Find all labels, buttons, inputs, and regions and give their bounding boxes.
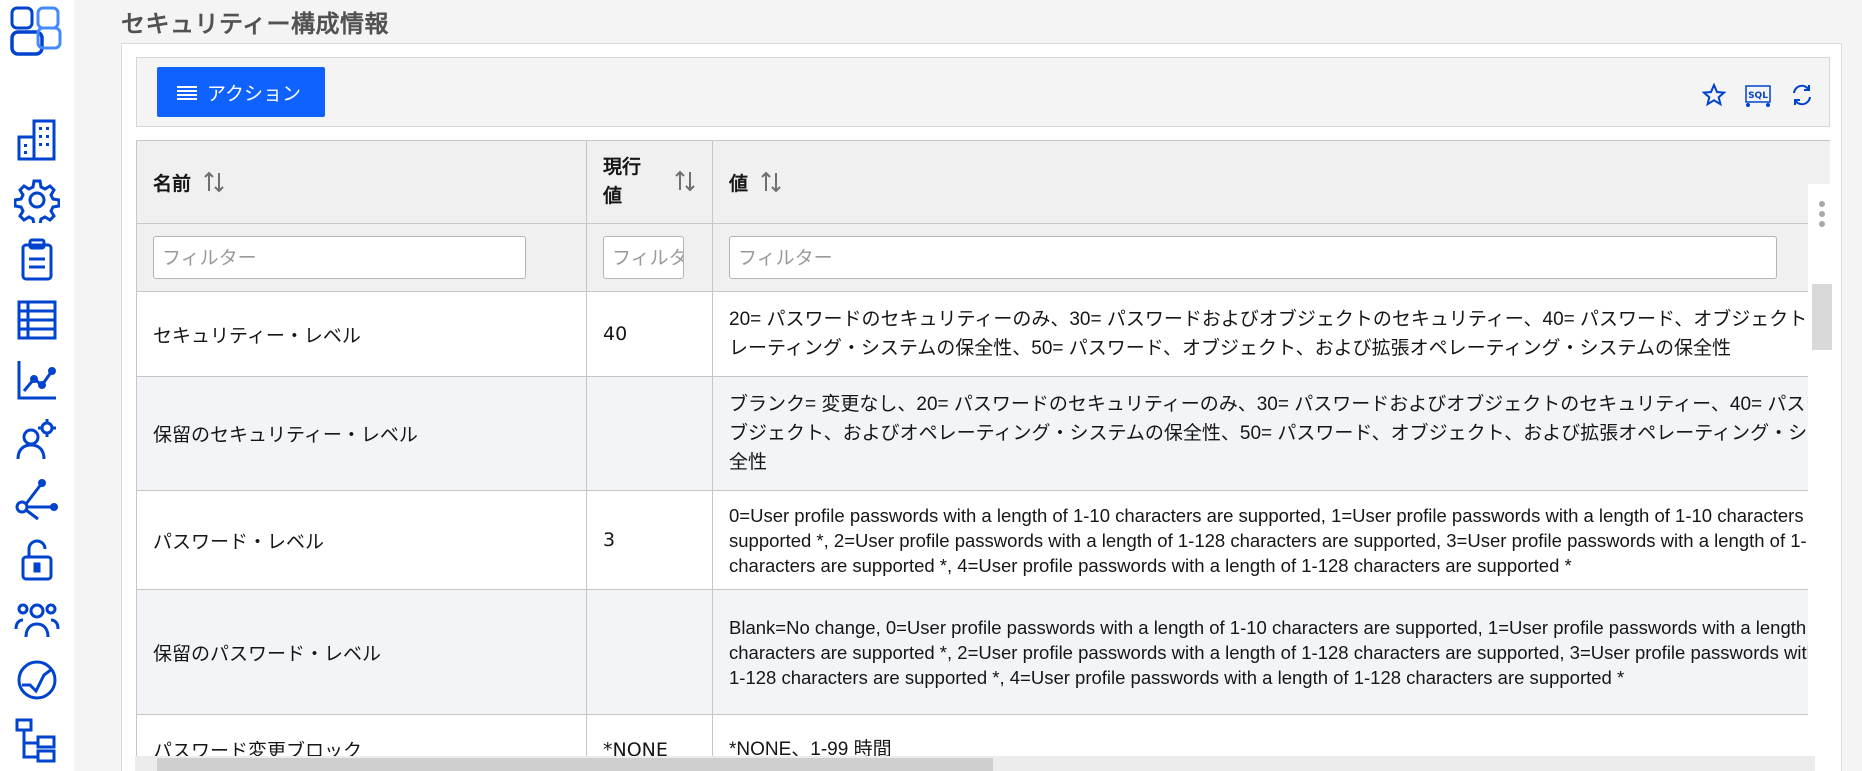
table-row[interactable]: 保留のパスワード・レベル Blank=No change, 0=User pro… <box>137 590 1830 715</box>
column-header-name[interactable]: 名前 <box>137 141 587 224</box>
table-row[interactable]: セキュリティー・レベル 40 20= パスワードのセキュリティーのみ、30= パ… <box>137 292 1830 377</box>
star-icon[interactable] <box>1699 80 1729 110</box>
row-current-cell: 3 <box>587 491 713 590</box>
sql-icon[interactable]: SQL <box>1743 80 1773 110</box>
row-value-text: 0=User profile passwords with a length o… <box>729 504 1830 576</box>
users-icon[interactable] <box>12 595 62 645</box>
network-icon[interactable] <box>12 475 62 525</box>
column-header-current-line2: 値 <box>603 185 623 207</box>
row-value-cell: ブランク= 変更なし、20= パスワードのセキュリティーのみ、30= パスワード… <box>713 377 1830 491</box>
hamburger-icon <box>177 84 197 100</box>
row-current-cell <box>587 377 713 491</box>
value-filter-input[interactable] <box>729 236 1777 279</box>
building-icon[interactable] <box>12 115 62 165</box>
list-icon[interactable] <box>12 295 62 345</box>
column-header-value[interactable]: 値 <box>713 141 1830 224</box>
more-options-icon[interactable] <box>1818 200 1826 234</box>
name-filter-input[interactable] <box>153 236 526 279</box>
action-menu-label: アクション <box>207 82 302 105</box>
row-name-cell: 保留のセキュリティー・レベル <box>137 377 587 491</box>
vertical-scrollbar[interactable] <box>1808 184 1832 771</box>
column-header-current[interactable]: 現行 値 <box>587 141 713 224</box>
row-current-cell: 40 <box>587 292 713 377</box>
security-config-card: アクション SQL 名前 現行 値 値 フィルター フィルター フィルター セキ… <box>121 43 1842 771</box>
table-toolbar: アクション SQL <box>136 57 1830 127</box>
page-title: セキュリティー構成情報 <box>121 10 390 38</box>
current-filter-input[interactable] <box>603 236 684 279</box>
column-header-name-label: 名前 <box>153 172 192 195</box>
horizontal-scroll-thumb[interactable] <box>157 758 993 771</box>
filter-row <box>137 224 1830 292</box>
sort-icon[interactable] <box>760 170 782 194</box>
row-value-cell: Blank=No change, 0=User profile password… <box>713 590 1830 715</box>
refresh-icon[interactable] <box>1787 80 1817 110</box>
filter-cell-current <box>587 224 713 292</box>
performance-icon[interactable] <box>12 655 62 705</box>
row-name-cell: セキュリティー・レベル <box>137 292 587 377</box>
horizontal-scrollbar[interactable] <box>135 756 1815 771</box>
chart-icon[interactable] <box>12 355 62 405</box>
column-header-value-label: 値 <box>729 172 749 195</box>
user-settings-icon[interactable] <box>12 415 62 465</box>
security-config-table: 名前 現行 値 値 フィルター フィルター フィルター セキュリティー・レベル … <box>136 140 1830 771</box>
row-value-cell: 0=User profile passwords with a length o… <box>713 491 1830 590</box>
filter-cell-name <box>137 224 587 292</box>
row-value-text: Blank=No change, 0=User profile password… <box>729 616 1830 688</box>
table-row[interactable]: パスワード・レベル 3 0=User profile passwords wit… <box>137 491 1830 590</box>
vertical-scroll-thumb[interactable] <box>1812 284 1832 350</box>
left-navigation-rail <box>0 0 74 771</box>
row-name-cell: パスワード・レベル <box>137 491 587 590</box>
sort-icon[interactable] <box>203 170 225 194</box>
logo-icon[interactable] <box>10 6 62 58</box>
row-value-text: 20= パスワードのセキュリティーのみ、30= パスワードおよびオブジェクトのセ… <box>729 309 1830 359</box>
table-header-row: 名前 現行 値 値 <box>137 140 1830 224</box>
lock-icon[interactable] <box>12 535 62 585</box>
row-name-cell: 保留のパスワード・レベル <box>137 590 587 715</box>
action-menu-button[interactable]: アクション <box>157 67 325 117</box>
column-header-current-line1: 現行 <box>603 156 642 178</box>
sort-icon[interactable] <box>674 169 696 193</box>
row-value-cell: 20= パスワードのセキュリティーのみ、30= パスワードおよびオブジェクトのセ… <box>713 292 1830 377</box>
row-current-cell <box>587 590 713 715</box>
file-hierarchy-icon[interactable] <box>12 715 62 765</box>
filter-cell-value <box>713 224 1830 292</box>
gear-icon[interactable] <box>12 175 62 225</box>
clipboard-icon[interactable] <box>12 235 62 285</box>
table-row[interactable]: 保留のセキュリティー・レベル ブランク= 変更なし、20= パスワードのセキュリ… <box>137 377 1830 491</box>
svg-text:SQL: SQL <box>1748 91 1768 101</box>
row-value-text: ブランク= 変更なし、20= パスワードのセキュリティーのみ、30= パスワード… <box>729 394 1830 473</box>
